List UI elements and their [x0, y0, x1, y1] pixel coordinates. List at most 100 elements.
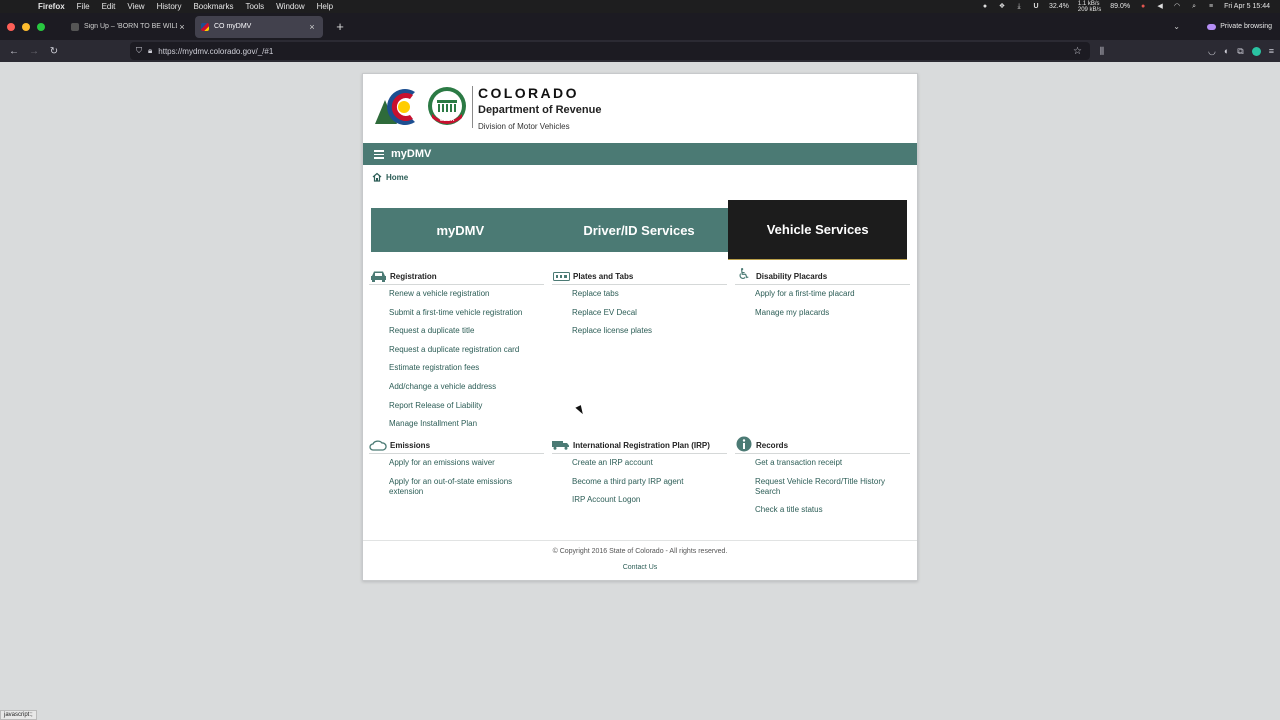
close-window-button[interactable]: [7, 22, 15, 31]
section-header: International Registration Plan (IRP): [552, 439, 727, 454]
section-header: Registration: [369, 270, 544, 285]
section-title: Emissions: [390, 440, 431, 450]
seal-text: CDOR: [440, 117, 455, 123]
tab-vehicle-services[interactable]: Vehicle Services: [728, 200, 908, 260]
link-vehicle-record-search[interactable]: Request Vehicle Record/Title History Sea…: [755, 477, 910, 497]
menu-bookmarks[interactable]: Bookmarks: [193, 2, 233, 11]
site-header-bar: myDMV: [363, 143, 917, 165]
home-icon[interactable]: [372, 172, 382, 182]
extension-icon[interactable]: ◐: [1224, 46, 1229, 56]
tab-mydmv[interactable]: myDMV: [371, 208, 550, 252]
new-tab-button[interactable]: +: [333, 19, 347, 34]
section-title: Plates and Tabs: [573, 271, 634, 281]
link-installment-plan[interactable]: Manage Installment Plan: [389, 419, 544, 429]
link-create-irp-account[interactable]: Create an IRP account: [572, 458, 727, 468]
footer-divider: [363, 540, 917, 541]
link-manage-placards[interactable]: Manage my placards: [755, 308, 910, 318]
download-icon[interactable]: ⤓: [1015, 3, 1023, 11]
link-title-status[interactable]: Check a title status: [755, 505, 910, 515]
link-estimate-fees[interactable]: Estimate registration fees: [389, 363, 544, 373]
link-replace-tabs[interactable]: Replace tabs: [572, 289, 727, 299]
colorado-logo[interactable]: CDOR COLORADO Department of Revenue Divi…: [375, 84, 675, 134]
shield-icon[interactable]: ⛉: [136, 46, 142, 56]
link-status-bar: javascript:;: [0, 710, 37, 720]
control-center-icon[interactable]: ≡: [1207, 3, 1215, 11]
link-replace-ev-decal[interactable]: Replace EV Decal: [572, 308, 727, 318]
logo-divider: [472, 86, 473, 128]
private-browsing-label: Private browsing: [1220, 23, 1272, 30]
toolbar-right: ⫼ ◡ ◐ ⧉ ≡: [1100, 40, 1274, 62]
dropbox-icon[interactable]: ❖: [998, 3, 1006, 11]
link-emissions-waiver[interactable]: Apply for an emissions waiver: [389, 458, 544, 468]
menu-icon[interactable]: ≡: [1269, 46, 1274, 56]
wifi-icon[interactable]: ◠: [1173, 3, 1181, 11]
menu-file[interactable]: File: [77, 2, 90, 11]
menu-history[interactable]: History: [157, 2, 182, 11]
app-icon[interactable]: ●: [1139, 3, 1147, 11]
link-duplicate-registration-card[interactable]: Request a duplicate registration card: [389, 345, 544, 355]
link-third-party-irp-agent[interactable]: Become a third party IRP agent: [572, 477, 727, 487]
battery-percent: 32.4%: [1049, 3, 1069, 10]
hamburger-menu-icon[interactable]: [374, 150, 384, 159]
menu-help[interactable]: Help: [317, 2, 333, 11]
menu-view[interactable]: View: [127, 2, 144, 11]
bookmark-star-icon[interactable]: ☆: [1073, 46, 1082, 57]
breadcrumb-home-link[interactable]: Home: [386, 173, 408, 182]
service-tabs: myDMV Driver/ID Services Vehicle Service…: [371, 200, 908, 260]
url-text[interactable]: https://mydmv.colorado.gov/_/#1: [158, 47, 273, 56]
private-mask-icon: [1207, 23, 1217, 30]
link-duplicate-title[interactable]: Request a duplicate title: [389, 326, 544, 336]
link-irp-account-logon[interactable]: IRP Account Logon: [572, 495, 727, 505]
menu-window[interactable]: Window: [276, 2, 304, 11]
link-renew-registration[interactable]: Renew a vehicle registration: [389, 289, 544, 299]
tab-label: CO myDMV: [214, 23, 252, 30]
clock[interactable]: Fri Apr 5 15:44: [1224, 3, 1270, 10]
link-transaction-receipt[interactable]: Get a transaction receipt: [755, 458, 910, 468]
volume-icon[interactable]: ◀: [1156, 3, 1164, 11]
minimize-window-button[interactable]: [22, 22, 30, 31]
cloud-icon: [369, 439, 387, 452]
forward-arrow-icon[interactable]: →: [24, 46, 44, 57]
records-links: Get a transaction receipt Request Vehicl…: [735, 458, 910, 515]
page-card: CDOR COLORADO Department of Revenue Divi…: [362, 73, 918, 581]
breadcrumb: Home: [372, 172, 408, 182]
link-first-time-placard[interactable]: Apply for a first-time placard: [755, 289, 910, 299]
link-change-address[interactable]: Add/change a vehicle address: [389, 382, 544, 392]
close-tab-icon[interactable]: ×: [307, 22, 317, 32]
link-release-of-liability[interactable]: Report Release of Liability: [389, 401, 544, 411]
url-bar[interactable]: ⛉ 🔒︎ https://mydmv.colorado.gov/_/#1 ☆: [130, 42, 1090, 60]
library-icon[interactable]: ⫼: [1100, 46, 1104, 57]
pocket-icon[interactable]: ◡: [1208, 46, 1216, 57]
record-icon[interactable]: ●: [981, 3, 989, 11]
list-tabs-chevron-icon[interactable]: ⌄: [1173, 22, 1180, 31]
contact-us-link[interactable]: Contact Us: [363, 564, 917, 571]
zoom-window-button[interactable]: [37, 22, 45, 31]
section-registration: Registration Renew a vehicle registratio…: [369, 270, 544, 438]
tab-label: Sign Up – 'BORN TO BE WILD' ·: [84, 23, 177, 30]
close-tab-icon[interactable]: ×: [177, 22, 187, 32]
tab-driver-id-services[interactable]: Driver/ID Services: [550, 208, 729, 252]
tab-sign-up[interactable]: Sign Up – 'BORN TO BE WILD' · ×: [65, 16, 193, 38]
section-header: ♿︎ Disability Placards: [735, 266, 910, 285]
link-first-time-registration[interactable]: Submit a first-time vehicle registration: [389, 308, 544, 318]
info-icon: [735, 436, 753, 452]
menu-tools[interactable]: Tools: [245, 2, 264, 11]
search-icon[interactable]: ⌕: [1190, 3, 1198, 11]
link-replace-license-plates[interactable]: Replace license plates: [572, 326, 727, 336]
back-arrow-icon[interactable]: ←: [4, 46, 24, 57]
registration-links: Renew a vehicle registration Submit a fi…: [369, 289, 544, 429]
reload-icon[interactable]: ↻: [44, 46, 64, 57]
u-icon[interactable]: U: [1032, 3, 1040, 11]
net-down: 209 kB/s: [1077, 6, 1102, 13]
link-emissions-extension[interactable]: Apply for an out-of-state emissions exte…: [389, 477, 544, 497]
logo-division: Division of Motor Vehicles: [478, 122, 570, 131]
menu-app-firefox[interactable]: Firefox: [38, 2, 65, 11]
puzzle-icon[interactable]: ⧉: [1237, 46, 1243, 57]
tab-co-mydmv[interactable]: CO myDMV ×: [195, 15, 323, 38]
site-title[interactable]: myDMV: [391, 148, 431, 160]
license-plate-icon: [552, 270, 570, 283]
lock-icon[interactable]: 🔒︎: [148, 46, 152, 56]
cdor-seal-icon: CDOR: [428, 87, 466, 125]
account-icon[interactable]: [1251, 46, 1261, 56]
menu-edit[interactable]: Edit: [102, 2, 116, 11]
